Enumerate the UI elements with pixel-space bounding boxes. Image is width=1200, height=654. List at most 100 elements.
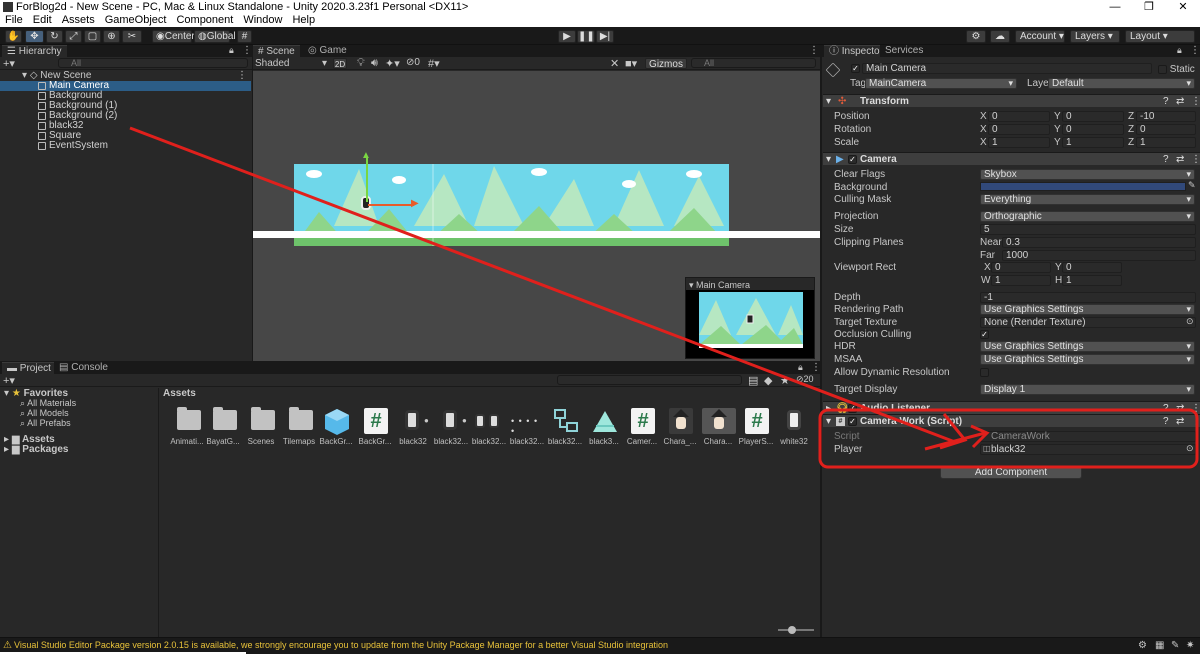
hierarchy-changes-icon[interactable]: ⚙ xyxy=(1138,640,1147,651)
asset-item[interactable]: black32... xyxy=(547,408,583,448)
project-lock-icon[interactable]: 🔒︎ xyxy=(798,362,803,373)
asset-item[interactable]: black3... xyxy=(586,408,622,448)
hand-tool-icon[interactable]: ✋ xyxy=(5,30,22,43)
position-z-field[interactable]: -10 xyxy=(1136,111,1196,122)
hierarchy-item-background-2[interactable]: Background (2) xyxy=(0,111,251,121)
hidden-packages-icon[interactable]: ⊘20 xyxy=(796,374,814,385)
grid-snap-icon[interactable]: # xyxy=(237,30,252,43)
component-menu-icon[interactable]: ⋮ xyxy=(1191,95,1200,108)
asset-item[interactable]: Tilemaps xyxy=(281,407,317,448)
scale-z-field[interactable]: 1 xyxy=(1136,137,1196,148)
create-asset-button[interactable]: +▾ xyxy=(3,374,15,387)
background-color-field[interactable] xyxy=(980,182,1186,191)
asset-item[interactable]: BayatG... xyxy=(205,407,241,448)
menu-edit[interactable]: Edit xyxy=(33,15,52,27)
2d-mode-toggle[interactable]: 2D xyxy=(333,58,347,69)
camera-component-header[interactable]: ▾ ▶ ✓ Camera ? ⇄ ⋮ xyxy=(823,152,1200,165)
tab-scene[interactable]: # Scene xyxy=(253,45,300,57)
menu-file[interactable]: File xyxy=(5,15,23,27)
help-icon[interactable]: ? xyxy=(1163,95,1169,108)
close-button[interactable]: ✕ xyxy=(1166,0,1200,15)
auto-generate-lighting-icon[interactable]: ✎ xyxy=(1171,640,1179,651)
layers-dropdown[interactable]: Layers ▾ xyxy=(1070,30,1120,43)
audio-listener-checkbox[interactable]: ✓ xyxy=(848,404,857,413)
filter-label-icon[interactable]: ◆ xyxy=(764,374,772,387)
effects-icon[interactable]: ✦▾ xyxy=(385,57,400,70)
rendering-path-dropdown[interactable]: Use Graphics Settings xyxy=(980,304,1195,315)
move-gizmo-x-arrow-icon[interactable]: ▶ xyxy=(411,198,419,209)
scene-viewport[interactable]: ▲ ▶ ▾ Main Camera xyxy=(253,71,820,361)
menu-window[interactable]: Window xyxy=(243,15,282,27)
far-field[interactable]: 1000 xyxy=(1002,250,1196,261)
asset-item[interactable]: Chara... xyxy=(700,408,736,448)
eyedropper-icon[interactable]: ✎ xyxy=(1188,180,1196,191)
tab-game[interactable]: ◎ Game xyxy=(303,45,352,57)
scene-root[interactable]: ▾ ◇ New Scene ⋮ xyxy=(0,71,252,81)
camera-work-checkbox[interactable]: ✓ xyxy=(848,417,857,426)
viewport-y-field[interactable]: 0 xyxy=(1062,262,1122,273)
presets-icon[interactable]: ⇄ xyxy=(1176,153,1184,166)
rect-tool-icon[interactable]: ▢ xyxy=(84,30,101,43)
space-toggle-button[interactable]: ◍Global xyxy=(194,30,236,43)
hierarchy-item-main-camera[interactable]: Main Camera xyxy=(0,81,251,91)
splitter[interactable] xyxy=(158,388,159,637)
asset-item[interactable]: # PlayerS... xyxy=(738,408,774,448)
scale-x-field[interactable]: 1 xyxy=(988,137,1050,148)
asset-item[interactable]: # BackGr... xyxy=(357,408,393,448)
scene-more-icon[interactable]: ⋮ xyxy=(237,71,247,81)
lighting-icon[interactable]: 💡︎ xyxy=(357,57,365,70)
icon-size-slider[interactable] xyxy=(778,629,814,631)
rotation-x-field[interactable]: 0 xyxy=(988,124,1050,135)
transform-tool-icon[interactable]: ⊕ xyxy=(103,30,120,43)
hierarchy-item-black32[interactable]: black32 xyxy=(0,121,251,131)
hidden-objects-icon[interactable]: ⊘0 xyxy=(406,57,420,68)
tag-dropdown[interactable]: MainCamera xyxy=(865,78,1017,89)
position-x-field[interactable]: 0 xyxy=(988,111,1050,122)
asset-item[interactable]: BackGr... xyxy=(318,408,354,448)
favorite-all-prefabs[interactable]: ⌕ All Prefabs xyxy=(20,418,71,429)
account-dropdown[interactable]: Account ▾ xyxy=(1015,30,1065,43)
hierarchy-search-input[interactable]: All xyxy=(58,58,248,68)
tab-inspector[interactable]: ⓘ Inspector xyxy=(824,45,888,57)
scale-tool-icon[interactable]: ⤢ xyxy=(65,30,82,43)
step-button[interactable]: ▶| xyxy=(596,30,614,43)
rotation-y-field[interactable]: 0 xyxy=(1062,124,1124,135)
asset-item[interactable]: Scenes xyxy=(243,407,279,448)
tab-hierarchy[interactable]: ☰ Hierarchy xyxy=(2,45,67,57)
object-picker-icon[interactable]: ⊙ xyxy=(1186,443,1194,454)
active-checkbox[interactable]: ✓ xyxy=(851,64,860,73)
debug-mode-icon[interactable]: ✷ xyxy=(1186,640,1194,651)
audio-icon[interactable]: 🔊︎ xyxy=(371,57,378,70)
asset-item[interactable]: Chara_... xyxy=(662,408,698,448)
component-menu-icon[interactable]: ⋮ xyxy=(1191,153,1200,166)
dynamic-resolution-checkbox[interactable] xyxy=(980,368,989,377)
expand-icon[interactable]: ● xyxy=(424,416,429,425)
near-field[interactable]: 0.3 xyxy=(1002,237,1196,248)
cloud-icon[interactable]: ☁ xyxy=(990,30,1010,43)
rotate-tool-icon[interactable]: ↻ xyxy=(46,30,63,43)
status-message[interactable]: Visual Studio Editor Package version 2.0… xyxy=(14,640,668,650)
menu-gameobject[interactable]: GameObject xyxy=(105,15,167,27)
inspector-lock-icon[interactable]: 🔒︎ xyxy=(1177,45,1182,56)
layout-dropdown[interactable]: Layout ▾ xyxy=(1125,30,1195,43)
viewport-w-field[interactable]: 1 xyxy=(991,275,1051,286)
asset-item[interactable]: Animati... xyxy=(169,407,205,448)
menu-assets[interactable]: Assets xyxy=(62,15,95,27)
scene-more-icon[interactable]: ⋮ xyxy=(809,45,819,56)
layer-dropdown[interactable]: Default xyxy=(1048,78,1195,89)
camera-enabled-checkbox[interactable]: ✓ xyxy=(848,155,857,164)
scene-search-input[interactable]: All xyxy=(691,58,816,68)
move-tool-icon[interactable]: ✥ xyxy=(25,30,44,43)
size-field[interactable]: 5 xyxy=(980,224,1196,235)
presets-icon[interactable]: ⇄ xyxy=(1176,415,1184,428)
project-search-input[interactable] xyxy=(557,375,742,385)
favorite-icon[interactable]: ★ xyxy=(780,374,790,387)
add-component-button[interactable]: Add Component xyxy=(940,466,1082,479)
occlusion-culling-checkbox[interactable]: ✓ xyxy=(980,330,989,339)
object-picker-icon[interactable]: ⊙ xyxy=(1186,316,1194,327)
tab-services[interactable]: Services xyxy=(880,45,929,57)
projection-dropdown[interactable]: Orthographic xyxy=(980,211,1195,222)
hdr-dropdown[interactable]: Use Graphics Settings xyxy=(980,341,1195,352)
player-field[interactable]: black32 xyxy=(980,444,1196,455)
asset-item[interactable]: ● black32... xyxy=(433,408,469,448)
